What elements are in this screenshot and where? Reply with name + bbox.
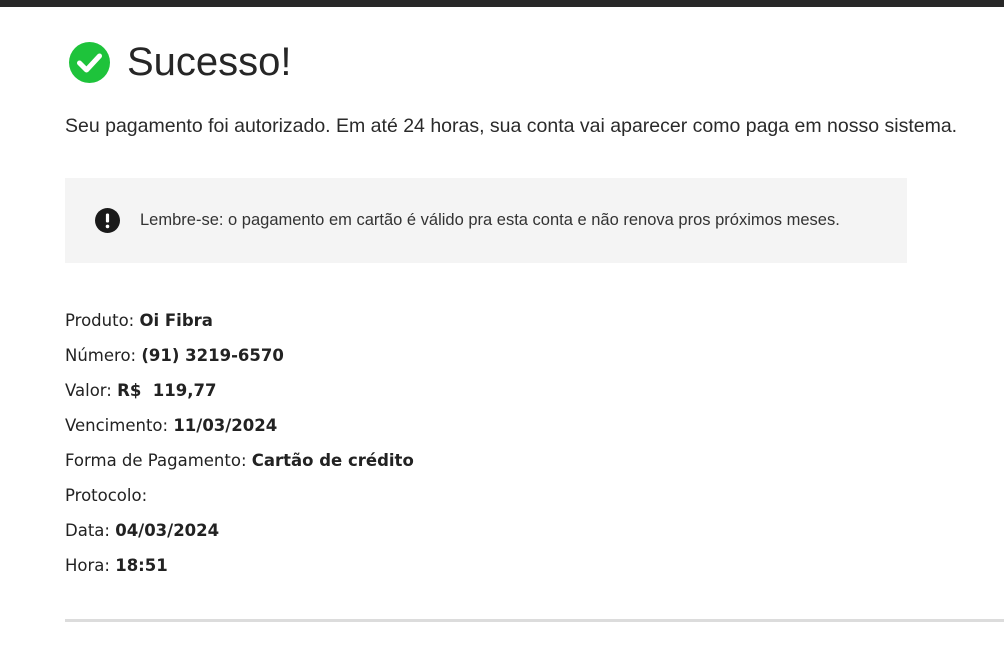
notice-text: Lembre-se: o pagamento em cartão é válid… [140,211,840,229]
detail-label: Protocolo: [65,486,148,505]
detail-value: Cartão de crédito [251,451,414,470]
success-message: Seu pagamento foi autorizado. Em até 24 … [65,115,958,137]
payment-details: Produto: Oi Fibra Número: (91) 3219-6570… [65,308,414,588]
detail-row-hora: Hora: 18:51 [65,553,414,588]
page-title: Sucesso! [127,40,292,84]
detail-label: Número: [65,346,137,365]
exclamation-circle-icon [95,208,120,233]
detail-value: 11/03/2024 [173,416,278,435]
detail-value: 18:51 [115,556,168,575]
detail-row-vencimento: Vencimento: 11/03/2024 [65,413,414,448]
section-divider [65,619,1004,622]
reminder-notice: Lembre-se: o pagamento em cartão é válid… [65,178,907,263]
detail-label: Forma de Pagamento: [65,451,247,470]
detail-row-produto: Produto: Oi Fibra [65,308,414,343]
check-circle-icon [69,41,110,83]
detail-row-numero: Número: (91) 3219-6570 [65,343,414,378]
detail-value: (91) 3219-6570 [141,346,284,365]
detail-value: Oi Fibra [139,311,213,330]
detail-value: R$ 119,77 [117,381,217,400]
detail-row-valor: Valor: R$ 119,77 [65,378,414,413]
detail-label: Produto: [65,311,135,330]
detail-label: Data: [65,521,110,540]
detail-row-data: Data: 04/03/2024 [65,518,414,553]
detail-label: Hora: [65,556,110,575]
detail-label: Vencimento: [65,416,169,435]
detail-value: 04/03/2024 [115,521,220,540]
detail-row-protocolo: Protocolo: [65,483,414,518]
detail-row-forma-pagamento: Forma de Pagamento: Cartão de crédito [65,448,414,483]
detail-label: Valor: [65,381,112,400]
top-bar [0,0,1004,7]
success-header: Sucesso! [69,40,292,84]
